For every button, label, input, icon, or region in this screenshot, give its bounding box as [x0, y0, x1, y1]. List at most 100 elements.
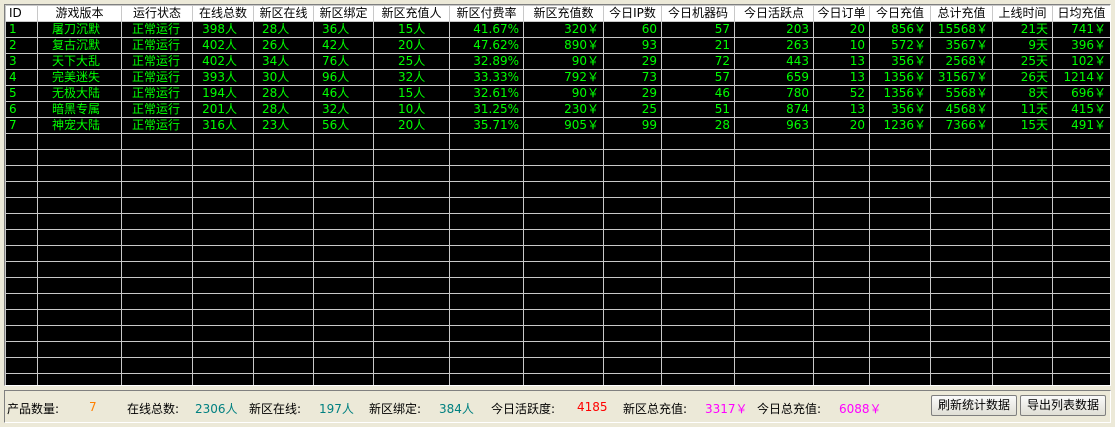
table-cell: 856￥ — [869, 21, 931, 38]
online-total-value: 2306人 — [195, 402, 238, 416]
table-cell — [313, 309, 374, 326]
table-cell: 1236￥ — [869, 117, 931, 134]
table-row[interactable]: 2 复古沉默 正常运行 402人 26人 42人 20人 47.62% 890￥ 93 21 263 1… — [5, 37, 1110, 54]
table-cell — [734, 357, 814, 374]
table-cell — [5, 309, 38, 326]
table-cell — [1052, 277, 1110, 294]
table-cell — [603, 293, 662, 310]
table-cell — [734, 149, 814, 166]
table-row[interactable]: 1 屠刀沉默 正常运行 398人 28人 36人 15人 41.67% 320￥ 60 57 203 2… — [5, 21, 1110, 38]
table-cell — [253, 229, 314, 246]
column-header[interactable]: 新区绑定 — [313, 5, 374, 22]
table-cell — [449, 309, 524, 326]
table-cell: 15568￥ — [930, 21, 993, 38]
table-cell — [869, 277, 931, 294]
activity-label: 今日活跃度: — [491, 402, 556, 416]
table-cell — [930, 309, 993, 326]
table-cell — [930, 197, 993, 214]
table-cell: 874 — [734, 101, 814, 118]
column-header[interactable]: 新区付费率 — [449, 5, 524, 22]
table-cell — [313, 197, 374, 214]
table-cell — [192, 309, 254, 326]
table-cell: 复古沉默 — [37, 37, 122, 54]
empty-row — [5, 357, 1110, 374]
column-header[interactable]: 游戏版本 — [37, 5, 122, 22]
export-list-button[interactable]: 导出列表数据 — [1020, 395, 1106, 416]
table-row[interactable]: 3 天下大乱 正常运行 402人 34人 76人 25人 32.89% 90￥ 29 72 443 13… — [5, 53, 1110, 70]
table-cell — [869, 341, 931, 358]
table-cell — [869, 293, 931, 310]
table-cell — [661, 245, 735, 262]
table-row[interactable]: 4 完美迷失 正常运行 393人 30人 96人 32人 33.33% 792￥ 73 57 659 1… — [5, 69, 1110, 86]
table-cell — [313, 261, 374, 278]
table-cell — [869, 165, 931, 182]
new-online-label: 新区在线: — [249, 402, 302, 416]
table-cell: 316人 — [192, 117, 254, 134]
table-cell — [869, 373, 931, 385]
table-cell — [121, 325, 193, 342]
table-cell — [661, 149, 735, 166]
column-header[interactable]: 上线时间 — [992, 5, 1053, 22]
table-cell: 4 — [5, 69, 38, 86]
table-cell — [813, 197, 870, 214]
column-header[interactable]: 在线总数 — [192, 5, 254, 22]
column-header[interactable]: ID — [5, 5, 38, 22]
table-cell — [523, 213, 604, 230]
table-cell: 47.62% — [449, 37, 524, 54]
stats-grid[interactable]: ID 游戏版本 运行状态 在线总数 新区在线 新区绑定 新区充值人 新区付费率 新区充值数 今日I… — [4, 4, 1111, 386]
table-cell: 正常运行 — [121, 85, 193, 102]
table-cell — [37, 357, 122, 374]
table-cell — [603, 229, 662, 246]
column-header[interactable]: 今日订单 — [813, 5, 870, 22]
table-cell — [121, 149, 193, 166]
table-cell — [373, 325, 450, 342]
refresh-stats-button[interactable]: 刷新统计数据 — [931, 395, 1017, 416]
table-cell — [1052, 293, 1110, 310]
table-row[interactable]: 5 无极大陆 正常运行 194人 28人 46人 15人 32.61% 90￥ 29 46 780 52… — [5, 85, 1110, 102]
today-recharge-value: 6088￥ — [839, 402, 882, 416]
table-cell — [992, 261, 1053, 278]
table-cell: 32人 — [373, 69, 450, 86]
column-header[interactable]: 新区充值数 — [523, 5, 604, 22]
column-header[interactable]: 总计充值 — [930, 5, 993, 22]
column-header[interactable]: 新区在线 — [253, 5, 314, 22]
table-cell — [523, 341, 604, 358]
table-row[interactable]: 7 神宠大陆 正常运行 316人 23人 56人 20人 35.71% 905￥ 99 28 963 2… — [5, 117, 1110, 134]
table-row[interactable]: 6 暗黑专属 正常运行 201人 28人 32人 10人 31.25% 230￥ 25 51 874 1… — [5, 101, 1110, 118]
empty-row — [5, 181, 1110, 198]
table-cell: 天下大乱 — [37, 53, 122, 70]
table-cell — [734, 261, 814, 278]
table-cell — [930, 213, 993, 230]
table-cell: 7 — [5, 117, 38, 134]
table-cell: 神宠大陆 — [37, 117, 122, 134]
table-cell — [930, 293, 993, 310]
table-cell — [373, 229, 450, 246]
column-header[interactable]: 运行状态 — [121, 5, 193, 22]
column-header[interactable]: 新区充值人 — [373, 5, 450, 22]
table-cell — [192, 213, 254, 230]
empty-row — [5, 373, 1110, 385]
column-header[interactable]: 今日活跃点 — [734, 5, 814, 22]
table-cell — [523, 373, 604, 385]
column-header[interactable]: 日均充值 — [1052, 5, 1110, 22]
table-cell — [661, 357, 735, 374]
table-cell — [373, 165, 450, 182]
table-cell — [192, 261, 254, 278]
table-cell — [523, 277, 604, 294]
column-header[interactable]: 今日充值 — [869, 5, 931, 22]
table-cell — [37, 341, 122, 358]
table-cell — [992, 325, 1053, 342]
table-cell — [373, 133, 450, 150]
table-cell — [449, 181, 524, 198]
empty-row — [5, 165, 1110, 182]
table-cell — [603, 357, 662, 374]
empty-row — [5, 309, 1110, 326]
column-header[interactable]: 今日IP数 — [603, 5, 662, 22]
table-cell: 696￥ — [1052, 85, 1110, 102]
table-cell — [373, 181, 450, 198]
column-header[interactable]: 今日机器码 — [661, 5, 735, 22]
table-cell — [661, 325, 735, 342]
table-cell: 42人 — [313, 37, 374, 54]
new-recharge-value: 3317￥ — [705, 402, 748, 416]
table-cell — [253, 133, 314, 150]
